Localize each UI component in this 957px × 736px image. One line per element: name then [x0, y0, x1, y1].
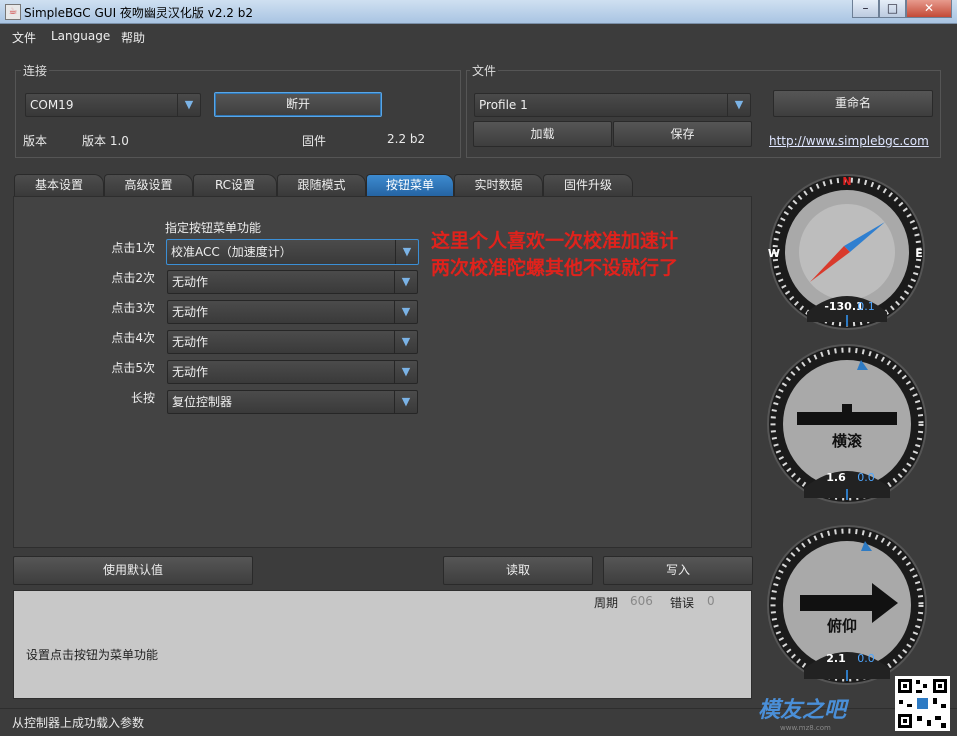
action-value: 无动作 [172, 305, 209, 319]
qr-code-icon [895, 676, 950, 731]
tab-realtime[interactable]: 实时数据 [454, 174, 543, 196]
row-label: 点击5次 [111, 361, 155, 375]
roll-value: 1.6 [826, 471, 846, 484]
roll-label: 横滚 [832, 432, 863, 450]
rename-button[interactable]: 重命名 [773, 90, 933, 117]
tab-basic[interactable]: 基本设置 [14, 174, 104, 196]
menu-help[interactable]: 帮助 [121, 29, 145, 46]
read-button[interactable]: 读取 [443, 556, 593, 585]
tab-button-menu[interactable]: 按钮菜单 [366, 174, 454, 196]
console-message: 设置点击按钮为菜单功能 [26, 648, 159, 662]
chevron-down-icon: ▼ [177, 94, 200, 116]
tab-firmware[interactable]: 固件升级 [543, 174, 633, 196]
roll-indicator-bar [797, 412, 897, 425]
menu-language[interactable]: Language [51, 29, 110, 43]
status-text: 从控制器上成功载入参数 [12, 716, 145, 730]
pitch-gauge: 俯仰 2.1 0.0 [767, 525, 927, 685]
save-button[interactable]: 保存 [613, 121, 752, 147]
annotation-line-2: 两次校准陀螺其他不设就行了 [431, 257, 679, 279]
defaults-button[interactable]: 使用默认值 [13, 556, 253, 585]
website-link[interactable]: http://www.simplebgc.com [769, 134, 929, 148]
chevron-down-icon: ▼ [394, 301, 417, 323]
error-label: 错误 [670, 596, 695, 610]
port-value: COM19 [30, 98, 74, 112]
compass-n-label: N [842, 175, 851, 188]
firmware-value: 2.2 b2 [387, 132, 426, 146]
roll-gauge: 横滚 1.6 0.0 [767, 344, 927, 504]
annotation-line-1: 这里个人喜欢一次校准加速计 [431, 230, 679, 252]
chevron-down-icon: ▼ [395, 240, 418, 264]
write-button[interactable]: 写入 [603, 556, 753, 585]
row-label: 点击1次 [111, 241, 155, 255]
compass-w-label: W [768, 247, 780, 260]
app-icon: ☕ [5, 4, 21, 20]
tab-rc[interactable]: RC设置 [193, 174, 277, 196]
action-select[interactable]: 无动作 ▼ [167, 300, 418, 324]
error-value: 0 [707, 594, 715, 608]
action-select[interactable]: 无动作 ▼ [167, 330, 418, 354]
action-select[interactable]: 校准ACC（加速度计） ▼ [166, 239, 419, 265]
action-select[interactable]: 无动作 ▼ [167, 270, 418, 294]
compass-e-label: E [915, 247, 923, 260]
row-label: 点击2次 [111, 271, 155, 285]
action-select[interactable]: 无动作 ▼ [167, 360, 418, 384]
menu-file[interactable]: 文件 [12, 29, 36, 46]
action-value: 复位控制器 [172, 395, 233, 409]
version-value: 版本 1.0 [82, 134, 129, 148]
action-value: 无动作 [172, 365, 209, 379]
pitch-value: 2.1 [826, 652, 846, 665]
close-button[interactable]: ✕ [906, 0, 952, 18]
port-select[interactable]: COM19 ▼ [25, 93, 201, 117]
action-value: 无动作 [172, 335, 209, 349]
disconnect-button[interactable]: 断开 [214, 92, 382, 117]
pitch-label: 俯仰 [827, 617, 857, 635]
cycle-label: 周期 [594, 596, 619, 610]
row-label: 点击4次 [111, 331, 155, 345]
title-bar: ☕ SimpleBGC GUI 夜吻幽灵汉化版 v2.2 b2 – □ ✕ [0, 0, 957, 24]
version-label: 版本 [23, 134, 48, 148]
chevron-down-icon: ▼ [394, 391, 417, 413]
load-button[interactable]: 加载 [473, 121, 612, 147]
message-console: 周期 606 错误 0 设置点击按钮为菜单功能 [13, 590, 752, 699]
connection-group-label: 连接 [21, 62, 50, 79]
file-group-label: 文件 [470, 62, 499, 79]
menu-bar: 文件 Language 帮助 [0, 24, 957, 50]
firmware-label: 固件 [302, 134, 327, 148]
maximize-button[interactable]: □ [879, 0, 906, 18]
action-value: 无动作 [172, 275, 209, 289]
tab-follow[interactable]: 跟随模式 [277, 174, 366, 196]
profile-select[interactable]: Profile 1 ▼ [474, 93, 751, 117]
compass-delta: 0.1 [857, 300, 875, 313]
action-value: 校准ACC（加速度计） [171, 245, 292, 259]
chevron-down-icon: ▼ [394, 361, 417, 383]
roll-delta: 0.0 [857, 471, 875, 484]
minimize-button[interactable]: – [852, 0, 879, 18]
row-label: 点击3次 [111, 301, 155, 315]
watermark-url: www.mz8.com [780, 724, 831, 732]
compass-gauge: N W E -130.1 0.1 [768, 174, 925, 330]
profile-value: Profile 1 [479, 98, 528, 112]
pitch-delta: 0.0 [857, 652, 875, 665]
chevron-down-icon: ▼ [394, 331, 417, 353]
chevron-down-icon: ▼ [727, 94, 750, 116]
cycle-value: 606 [630, 594, 653, 608]
action-select[interactable]: 复位控制器 ▼ [167, 390, 418, 414]
row-label: 长按 [130, 391, 155, 405]
watermark-logo: 模友之吧 [758, 698, 847, 723]
chevron-down-icon: ▼ [394, 271, 417, 293]
tab-advanced[interactable]: 高级设置 [104, 174, 193, 196]
window-title: SimpleBGC GUI 夜吻幽灵汉化版 v2.2 b2 [24, 6, 253, 20]
button-menu-header: 指定按钮菜单功能 [165, 221, 262, 235]
